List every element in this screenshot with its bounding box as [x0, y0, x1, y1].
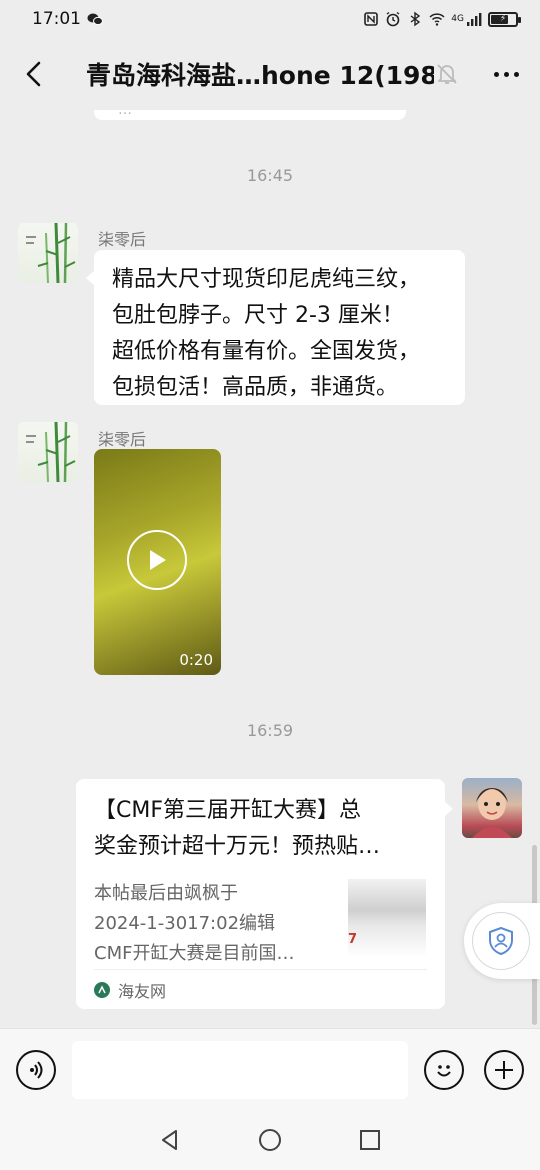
link-desc-line: 本帖最后由飒枫于 — [94, 883, 238, 904]
message-line: 包肚包脖子。尺寸 2-3 厘米！ — [112, 303, 404, 328]
source-logo-icon — [94, 981, 110, 998]
chat-header: 青岛海科海盐…hone 12(198) — [0, 38, 540, 110]
bamboo-avatar-image — [26, 422, 76, 482]
nfc-icon — [364, 12, 379, 26]
status-time: 17:01 — [32, 9, 81, 29]
wechat-notification-icon — [87, 13, 103, 26]
video-message[interactable]: 0:20 — [94, 449, 221, 675]
sender-name: 柒零后 — [98, 230, 147, 249]
girl-avatar-image — [472, 788, 512, 838]
video-duration: 0:20 — [179, 651, 213, 669]
chat-messages[interactable]: … 16:45 柒零后 精品大尺寸现货印尼虎纯三纹， 包肚包脖子。尺寸 2-3 … — [0, 110, 540, 1028]
circle-home-icon — [259, 1129, 281, 1151]
timestamp-separator: 16:45 — [246, 166, 294, 185]
wifi-icon — [429, 13, 445, 26]
link-title: 【CMF第三届开缸大赛】总 奖金预计超十万元！预热贴… — [94, 793, 427, 867]
more-functions-button[interactable] — [484, 1050, 524, 1090]
floating-action-button[interactable] — [464, 903, 540, 979]
avatar-self[interactable] — [462, 778, 522, 838]
bamboo-avatar-image — [26, 223, 76, 283]
link-source: 海友网 — [94, 969, 427, 1009]
thumbnail-text: 7 — [348, 932, 358, 947]
play-icon — [150, 550, 166, 570]
voice-icon — [30, 1061, 43, 1079]
square-recents-icon — [360, 1130, 380, 1150]
link-desc-line: CMF开缸大赛是目前国… — [94, 943, 295, 964]
bluetooth-icon — [410, 11, 421, 27]
link-desc-line: 2024-1-3017:02编辑 — [94, 913, 276, 934]
floating-button-inner — [472, 912, 530, 970]
dot — [513, 71, 519, 77]
voice-button[interactable] — [16, 1050, 56, 1090]
avatar-sender[interactable] — [18, 422, 78, 482]
chevron-left-icon — [26, 61, 41, 87]
system-navigation-bar — [0, 1110, 540, 1170]
text-message-bubble[interactable]: 精品大尺寸现货印尼虎纯三纹， 包肚包脖子。尺寸 2-3 厘米！ 超低价格有量有价… — [86, 250, 465, 405]
message-line: 精品大尺寸现货印尼虎纯三纹， — [112, 267, 421, 292]
dot — [503, 71, 509, 77]
link-title-line: 【CMF第三届开缸大赛】总 — [94, 798, 361, 823]
nav-home-button[interactable] — [250, 1120, 290, 1160]
signal-icon — [467, 13, 482, 26]
chat-title: 青岛海科海盐…hone 12(198) — [86, 61, 434, 90]
smiley-icon — [437, 1065, 451, 1077]
timestamp-separator: 16:59 — [246, 721, 294, 740]
link-body: 本帖最后由飒枫于 2024-1-3017:02编辑 CMF开缸大赛是目前国… 7 — [94, 879, 427, 969]
plus-icon — [495, 1061, 513, 1079]
link-description: 本帖最后由飒枫于 2024-1-3017:02编辑 CMF开缸大赛是目前国… — [94, 879, 340, 969]
battery-icon: ⚡ — [488, 11, 521, 27]
nav-recents-button[interactable] — [350, 1120, 390, 1160]
message-line: 包损包活！高品质，非通货。 — [112, 375, 399, 400]
link-title-line: 奖金预计超十万元！预热贴… — [94, 834, 381, 859]
input-bar — [0, 1028, 540, 1110]
more-options-button[interactable] — [488, 56, 524, 92]
mute-bell-icon — [437, 64, 457, 84]
nav-back-button[interactable] — [150, 1120, 190, 1160]
source-name: 海友网 — [118, 981, 167, 1001]
alarm-icon — [386, 11, 400, 27]
shield-user-icon — [489, 926, 513, 956]
dot — [493, 71, 499, 77]
partial-message-bubble[interactable]: … — [94, 110, 406, 120]
emoji-button[interactable] — [424, 1050, 464, 1090]
message-line: 超低价格有量有价。全国发货， — [112, 339, 421, 364]
sender-name: 柒零后 — [98, 430, 147, 449]
status-bar: 17:01 4G ⚡ — [0, 0, 540, 38]
back-button[interactable] — [16, 54, 52, 94]
network-type-label: 4G — [451, 14, 464, 24]
avatar-sender[interactable] — [18, 223, 78, 283]
message-input[interactable] — [72, 1041, 408, 1099]
play-button[interactable] — [127, 530, 187, 590]
link-thumbnail: 7 — [348, 879, 426, 957]
triangle-back-icon — [162, 1130, 177, 1150]
link-card-message[interactable]: 【CMF第三届开缸大赛】总 奖金预计超十万元！预热贴… 本帖最后由飒枫于 202… — [76, 779, 453, 1009]
partial-message-text: … — [118, 110, 132, 118]
